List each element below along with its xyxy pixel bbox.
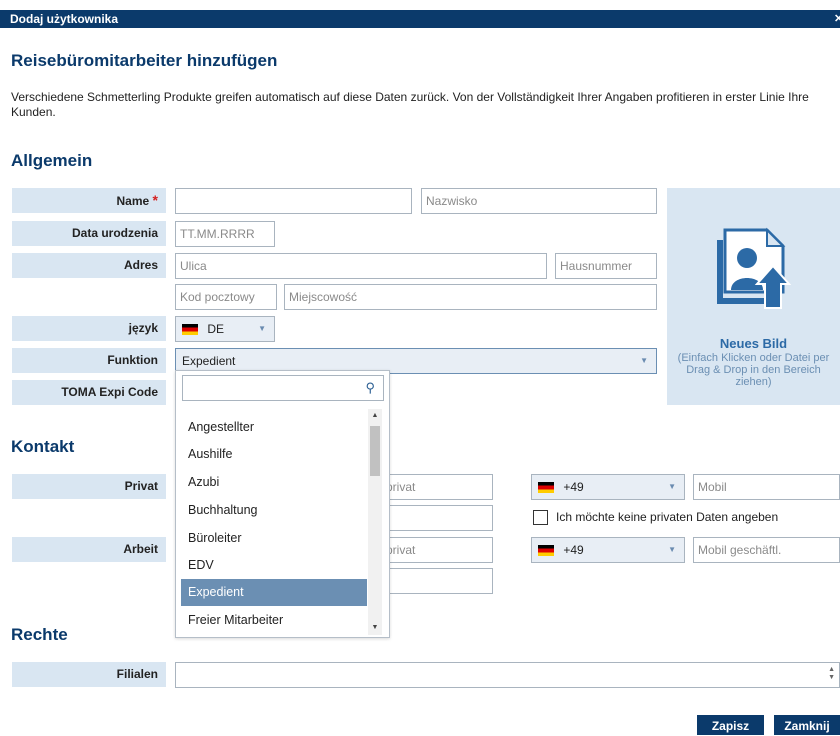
chevron-down-icon: ▼: [640, 356, 648, 365]
chevron-down-icon: ▼: [258, 324, 266, 333]
section-general: Allgemein: [11, 151, 93, 170]
required-mark: *: [152, 192, 158, 208]
user-upload-icon: [717, 227, 792, 309]
house-number-field[interactable]: Hausnummer: [555, 253, 657, 279]
private-label: Privat: [12, 474, 166, 499]
close-button[interactable]: Zamknij: [774, 715, 840, 735]
street-field[interactable]: Ulica: [175, 253, 547, 279]
dropdown-item[interactable]: EDV: [181, 552, 367, 579]
function-value: Expedient: [182, 354, 236, 368]
toma-label: TOMA Expi Code: [12, 380, 166, 405]
language-select[interactable]: DE ▼: [175, 316, 275, 342]
dropdown-item[interactable]: Aushilfe: [181, 441, 367, 468]
city-field[interactable]: Miejscowość: [284, 284, 657, 310]
function-label: Funktion: [12, 348, 166, 373]
german-flag-icon: [538, 545, 554, 557]
window-titlebar: Dodaj użytkownika ✕: [0, 10, 840, 28]
intro-text: Verschiedene Schmetterling Produkte grei…: [11, 90, 809, 119]
language-value: DE: [207, 322, 225, 336]
last-name-field[interactable]: Nazwisko: [421, 188, 657, 214]
birth-date-field[interactable]: TT.MM.RRRR: [175, 221, 275, 247]
dropdown-item[interactable]: Buchhaltung: [181, 497, 367, 524]
window-title: Dodaj użytkownika: [10, 12, 119, 26]
dropdown-item-selected[interactable]: Expedient: [181, 579, 367, 606]
address-label: Adres: [12, 253, 166, 278]
scrollbar-thumb[interactable]: [370, 426, 380, 476]
no-private-data-label: Ich möchte keine privaten Daten angeben: [556, 510, 779, 524]
dropdown-scrollbar[interactable]: ▲ ▼: [368, 409, 382, 635]
work-country-code: +49: [563, 543, 584, 557]
dropdown-item[interactable]: Büroleiter: [181, 525, 367, 552]
page-title: Reisebüromitarbeiter hinzufügen: [11, 51, 278, 70]
work-label: Arbeit: [12, 537, 166, 562]
photo-subtitle: (Einfach Klicken oder Datei per Drag & D…: [677, 352, 830, 388]
branches-label: Filialen: [12, 662, 166, 687]
save-button[interactable]: Zapisz: [697, 715, 764, 735]
work-mobile-field[interactable]: Mobil geschäftl.: [693, 537, 840, 563]
no-private-data-checkbox[interactable]: [533, 510, 548, 525]
photo-upload-area[interactable]: Neues Bild (Einfach Klicken oder Datei p…: [667, 188, 840, 405]
german-flag-icon: [182, 324, 198, 336]
name-label: Name *: [12, 188, 166, 213]
section-contact: Kontakt: [11, 437, 75, 456]
first-name-field[interactable]: [175, 188, 412, 214]
zip-field[interactable]: Kod pocztowy: [175, 284, 277, 310]
scroll-up-icon[interactable]: ▲: [368, 409, 382, 423]
dropdown-item[interactable]: Azubi: [181, 469, 367, 496]
section-rights: Rechte: [11, 625, 68, 644]
work-country-code-select[interactable]: +49 ▼: [531, 537, 685, 563]
private-country-code-select[interactable]: +49 ▼: [531, 474, 685, 500]
german-flag-icon: [538, 482, 554, 494]
close-icon[interactable]: ✕: [834, 10, 840, 28]
spinner-icon[interactable]: ▲ ▼: [828, 666, 835, 682]
dropdown-item[interactable]: Angestellter: [181, 414, 367, 441]
name-label-text: Name: [116, 194, 150, 208]
private-mobile-field[interactable]: Mobil: [693, 474, 840, 500]
branches-field[interactable]: ▲ ▼: [175, 662, 840, 688]
search-icon: ⚲: [365, 380, 375, 395]
photo-title: Neues Bild: [719, 336, 788, 351]
birth-date-label: Data urodzenia: [12, 221, 166, 246]
chevron-down-icon: ▼: [668, 482, 676, 491]
language-label: język: [12, 316, 166, 341]
dropdown-search-input[interactable]: ⚲: [182, 375, 384, 401]
chevron-down-icon: ▼: [668, 545, 676, 554]
dropdown-item[interactable]: Freier Mitarbeiter: [181, 607, 367, 634]
private-country-code: +49: [563, 480, 584, 494]
scroll-down-icon[interactable]: ▼: [368, 621, 382, 635]
